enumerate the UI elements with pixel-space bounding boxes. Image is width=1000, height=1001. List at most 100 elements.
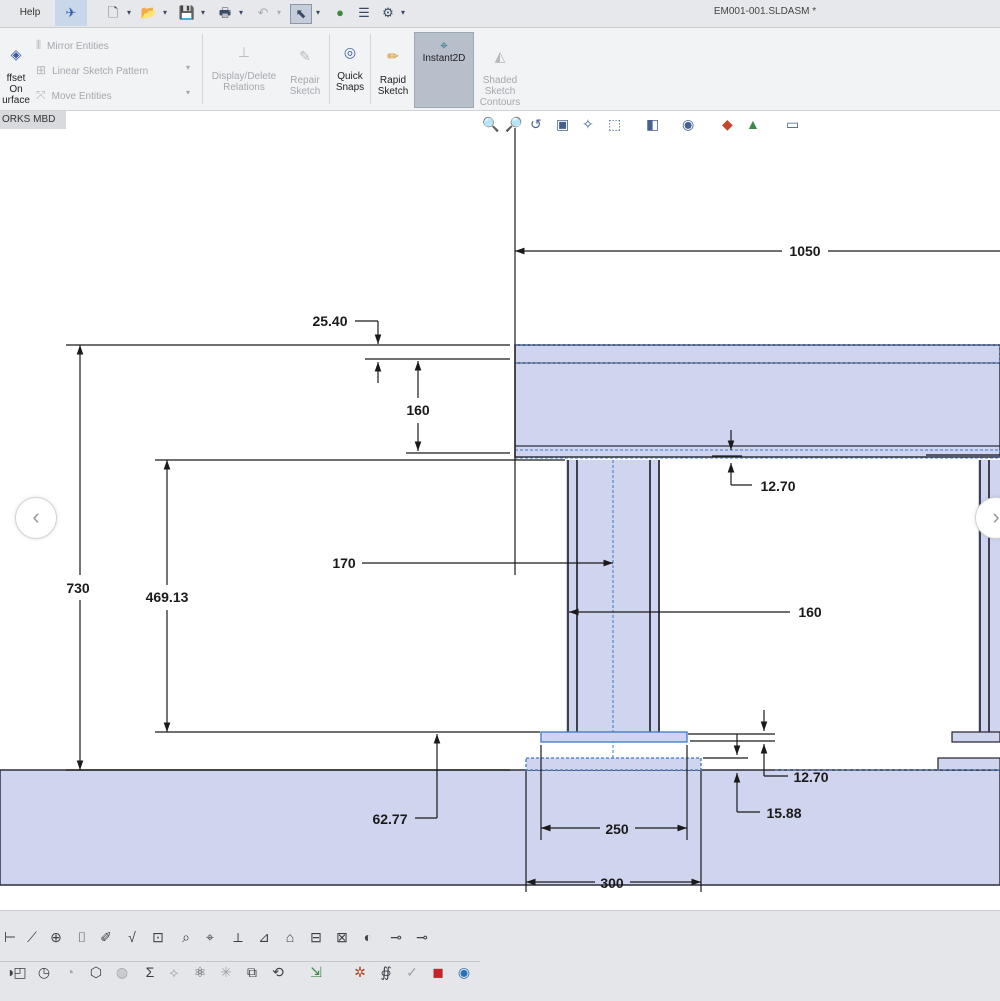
- graphics-area[interactable]: 1050 25.40 160 12.70 730 469.13 170 160 …: [0, 110, 1000, 910]
- dimension-250[interactable]: 250: [605, 821, 629, 837]
- mirror-entities-label: Mirror Entities: [47, 41, 109, 52]
- undo-dropdown-icon[interactable]: ▾: [274, 4, 284, 22]
- stop-icon[interactable]: ◼: [428, 964, 448, 981]
- print-icon[interactable]: 🖶: [214, 4, 236, 22]
- save-dropdown-icon[interactable]: ▾: [198, 4, 208, 22]
- shaded-sketch-contours-label: Shaded Sketch Contours: [479, 75, 521, 108]
- smart-dimension-icon[interactable]: ⟋: [22, 929, 42, 946]
- dimension-15-88[interactable]: 15.88: [766, 805, 801, 821]
- flag-note-icon[interactable]: ⊸: [386, 929, 406, 946]
- display-delete-relations-button[interactable]: ⊥ Display/Delete Relations: [206, 36, 282, 93]
- 3d-sketch-icon[interactable]: ∯: [376, 964, 396, 981]
- surface-finish-icon[interactable]: √: [122, 929, 142, 945]
- new-document-icon[interactable]: 🗋: [102, 4, 124, 22]
- select-dropdown-icon[interactable]: ▾: [313, 4, 323, 22]
- dimension-12-70-bottom[interactable]: 12.70: [793, 769, 828, 785]
- weld-icon[interactable]: ⟂: [228, 929, 248, 946]
- leader-icon[interactable]: ⊸: [412, 929, 432, 946]
- instant2d-button[interactable]: ⌖ Instant2D: [416, 37, 472, 64]
- revision-icon[interactable]: ⊟: [306, 929, 326, 946]
- traffic-light-icon[interactable]: ●: [330, 4, 350, 22]
- window-title: EM001-001.SLDASM *: [713, 6, 817, 17]
- dimension-469-13[interactable]: 469.13: [146, 589, 189, 605]
- toolbar-divider: [0, 961, 480, 962]
- column-base-plate[interactable]: [540, 731, 688, 743]
- instant2d-label: Instant2D: [422, 53, 466, 64]
- shaded-sketch-contours-button[interactable]: ◭ Shaded Sketch Contours: [474, 40, 526, 108]
- print-dropdown-icon[interactable]: ▾: [236, 4, 246, 22]
- dimension-300[interactable]: 300: [600, 875, 624, 891]
- dimension-12-70-top[interactable]: 12.70: [760, 478, 795, 494]
- base-plate[interactable]: [0, 769, 1000, 886]
- equations-sigma-icon[interactable]: Σ: [140, 964, 160, 980]
- dimension-1050[interactable]: 1050: [789, 243, 820, 259]
- select-icon[interactable]: ⬉: [290, 4, 312, 24]
- right-column-base-pad[interactable]: [937, 757, 1000, 771]
- search-feature-icon[interactable]: ⌕: [176, 929, 196, 946]
- offset-on-surface-label: ffset On urface: [2, 73, 30, 106]
- open-icon[interactable]: 📂: [138, 4, 160, 22]
- options-gear-icon[interactable]: ⚙: [378, 4, 398, 22]
- convert-entities-icon[interactable]: ⟲: [268, 964, 288, 981]
- sketch-display-icon[interactable]: ◰: [10, 964, 30, 981]
- datum-icon[interactable]: ⊡: [148, 929, 168, 946]
- options-dropdown-icon[interactable]: ▾: [398, 4, 408, 22]
- dimension-tool-icon[interactable]: ⊢: [0, 929, 20, 946]
- angle-icon[interactable]: ⊕: [46, 929, 66, 946]
- bracket-icon[interactable]: ⌷: [72, 929, 92, 946]
- sensor-icon[interactable]: ⟡: [164, 964, 184, 981]
- instant2d-icon: ⌖: [440, 37, 448, 53]
- repair-sketch-icon: ✎: [299, 48, 311, 64]
- move-entities-dropdown-icon[interactable]: ▾: [186, 88, 190, 97]
- interference-icon[interactable]: ⚛: [190, 964, 210, 981]
- dimension-160-beam-depth[interactable]: 160: [406, 402, 430, 418]
- exit-sketch-icon[interactable]: ⇲: [306, 964, 326, 981]
- open-dropdown-icon[interactable]: ▾: [160, 4, 170, 22]
- dimension-25-40[interactable]: 25.40: [312, 313, 347, 329]
- quick-snaps-label: Quick Snaps: [335, 71, 365, 93]
- rebuild-icon[interactable]: ◷: [34, 964, 54, 981]
- undo-icon[interactable]: ↶: [252, 4, 274, 22]
- move-entities-button[interactable]: ⤧ Move Entities: [36, 88, 112, 103]
- center-mark-icon[interactable]: ⊿: [254, 929, 274, 946]
- ribbon-separator: [202, 34, 203, 104]
- hole-callout-icon[interactable]: ⌂: [280, 929, 300, 945]
- menu-help[interactable]: Help: [5, 0, 55, 26]
- previous-image-button[interactable]: ‹: [15, 497, 57, 539]
- rapid-sketch-label: Rapid Sketch: [377, 75, 409, 97]
- dimension-62-77[interactable]: 62.77: [372, 811, 407, 827]
- linear-sketch-pattern-label: Linear Sketch Pattern: [52, 66, 149, 77]
- top-beam[interactable]: [514, 344, 1000, 458]
- rapid-sketch-button[interactable]: ✏ Rapid Sketch: [374, 40, 412, 97]
- pin-icon[interactable]: ✈: [55, 0, 87, 26]
- quick-snaps-icon: ◎: [343, 44, 357, 60]
- sketch-chamfer-icon[interactable]: ⬡: [86, 964, 106, 981]
- balloon-icon[interactable]: ◐: [358, 929, 378, 945]
- file-properties-icon[interactable]: ☰: [354, 4, 374, 22]
- copy-entities-icon[interactable]: ⧉: [242, 964, 262, 981]
- table-icon[interactable]: ⊠: [332, 929, 352, 946]
- world-icon[interactable]: ◉: [454, 964, 474, 981]
- new-dropdown-icon[interactable]: ▾: [124, 4, 134, 22]
- rapid-prototype-icon[interactable]: ✲: [350, 964, 370, 981]
- mirror-entities-icon: ⫴: [36, 38, 42, 52]
- offset-on-surface-button[interactable]: ◈ ffset On urface: [0, 38, 32, 106]
- dimension-170[interactable]: 170: [332, 555, 356, 571]
- mates-icon[interactable]: ✳: [216, 964, 236, 981]
- validate-icon[interactable]: ◍: [112, 964, 132, 981]
- save-icon[interactable]: 💾: [176, 4, 198, 22]
- dimension-160-web[interactable]: 160: [798, 604, 822, 620]
- verify-icon[interactable]: ✓: [402, 964, 422, 981]
- linear-sketch-pattern-icon: ⊞: [36, 63, 47, 77]
- column-base-pad[interactable]: [525, 757, 702, 771]
- pin-annotation-icon[interactable]: ⌖: [200, 929, 220, 946]
- note-icon[interactable]: ✐: [96, 929, 116, 946]
- check-sketch-icon[interactable]: ◔: [60, 964, 80, 980]
- linear-pattern-dropdown-icon[interactable]: ▾: [186, 63, 190, 72]
- quick-snaps-button[interactable]: ◎ Quick Snaps: [332, 36, 368, 93]
- right-column-base-plate[interactable]: [951, 731, 1000, 743]
- repair-sketch-button[interactable]: ✎ Repair Sketch: [282, 40, 328, 97]
- linear-sketch-pattern-button[interactable]: ⊞ Linear Sketch Pattern: [36, 63, 148, 77]
- mirror-entities-button[interactable]: ⫴ Mirror Entities: [36, 38, 109, 53]
- dimension-730[interactable]: 730: [66, 580, 90, 596]
